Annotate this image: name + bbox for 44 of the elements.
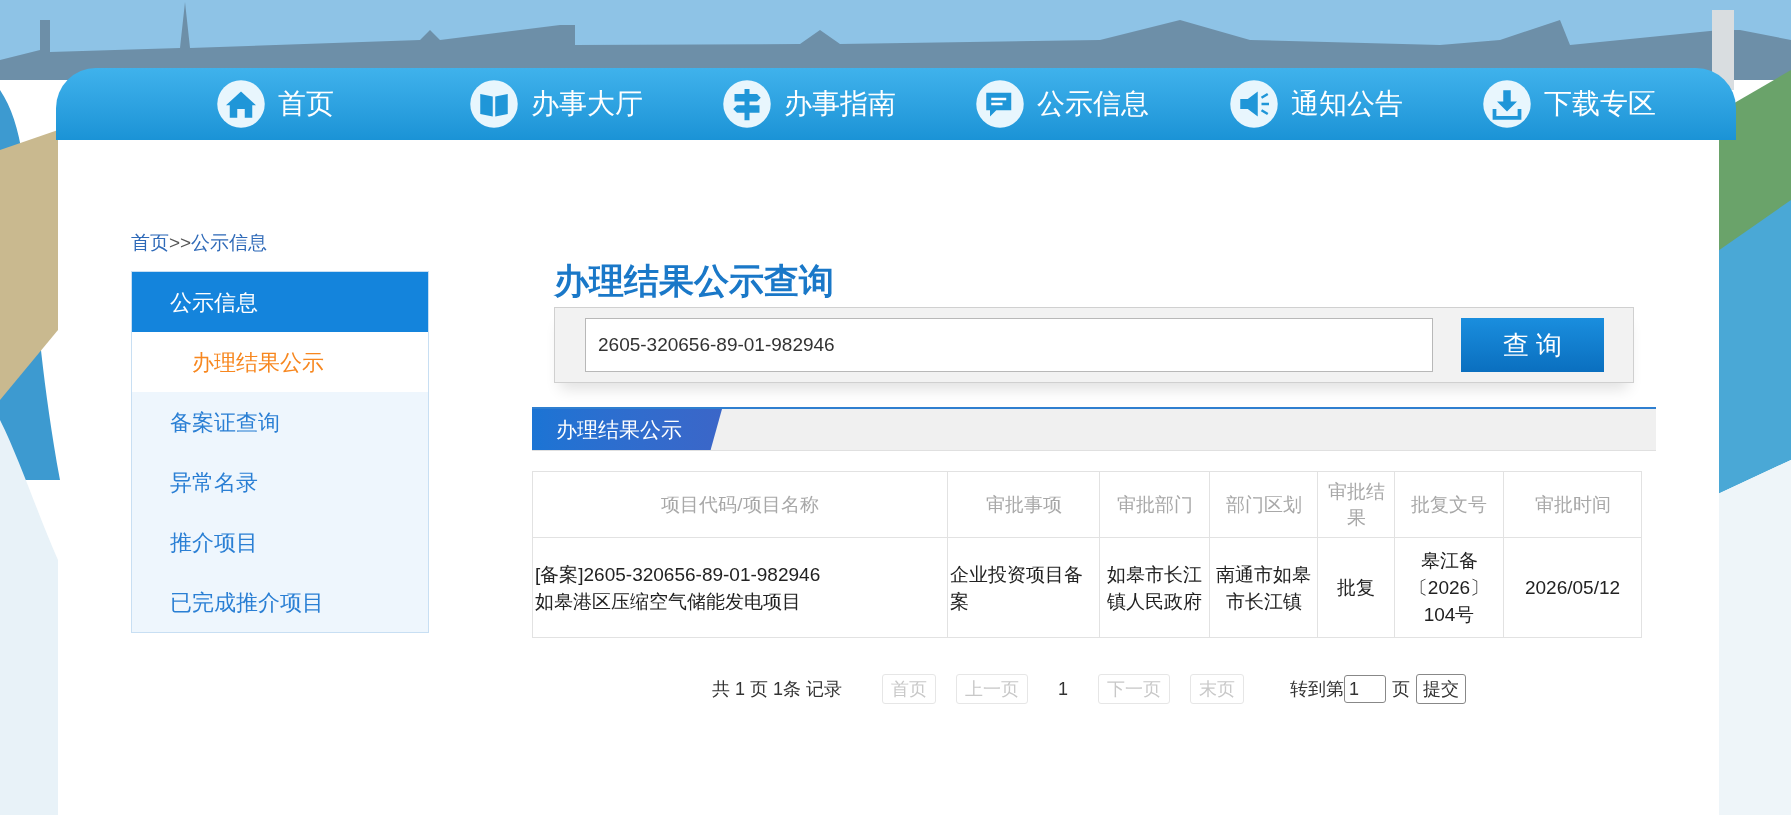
- breadcrumb-link[interactable]: 公示信息: [191, 228, 268, 258]
- column-header: 项目代码/项目名称: [532, 471, 948, 538]
- goto-label: 转到第: [1290, 677, 1345, 701]
- nav-link[interactable]: 下载专区: [1482, 74, 1736, 134]
- table-cell: 皋江备〔2026〕104号: [1394, 537, 1504, 638]
- column-header: 部门区划: [1209, 471, 1318, 538]
- signpost-icon: [722, 79, 773, 129]
- column-header: 审批结果: [1317, 471, 1395, 538]
- column-header: 审批事项: [947, 471, 1100, 538]
- table-cell: 批复: [1317, 537, 1395, 638]
- nav-link[interactable]: 首页: [215, 74, 469, 134]
- table-cell: [备案]2605-320656-89-01-982946 如皋港区压缩空气储能发电项目: [532, 537, 948, 638]
- page-number-field[interactable]: 1: [1344, 675, 1387, 703]
- sidebar-item[interactable]: 办理结果公示: [132, 332, 428, 392]
- column-header: 批复文号: [1394, 471, 1504, 538]
- sidebar-heading[interactable]: 公示信息: [132, 272, 428, 332]
- nav-link[interactable]: 公示信息: [975, 74, 1229, 134]
- breadcrumb-separator: >>: [169, 230, 192, 255]
- sidebar-item[interactable]: 备案证查询: [132, 392, 428, 452]
- nav-link[interactable]: 办事指南: [722, 74, 976, 134]
- submit-button[interactable]: 提交: [1416, 674, 1467, 704]
- table-cell: 南通市如皋市长江镇: [1209, 537, 1318, 638]
- sidebar-item[interactable]: 推介项目: [132, 512, 428, 572]
- page-summary: 共 1 页 1条 记录: [712, 677, 843, 701]
- current-page: 1: [1058, 677, 1069, 701]
- column-header: 审批部门: [1099, 471, 1210, 538]
- sidebar-item[interactable]: 异常名录: [132, 452, 428, 512]
- table-cell: 企业投资项目备案: [947, 537, 1100, 638]
- book-icon: [468, 79, 519, 129]
- nav-link[interactable]: 办事大厅: [468, 74, 723, 134]
- speaker-icon: [1228, 79, 1279, 129]
- nav-link[interactable]: 通知公告: [1228, 74, 1483, 134]
- home-icon: [215, 79, 266, 129]
- search-button[interactable]: 查 询: [1461, 318, 1604, 372]
- chat-icon: [975, 79, 1026, 129]
- table-cell: 2026/05/12: [1503, 537, 1642, 638]
- search-field[interactable]: 2605-320656-89-01-982946: [585, 318, 1433, 372]
- column-header: 审批时间: [1503, 471, 1642, 538]
- search-title: 办理结果公示查询: [554, 261, 835, 301]
- sidebar-item[interactable]: 已完成推介项目: [132, 572, 428, 632]
- page-unit-label: 页: [1392, 677, 1411, 701]
- download-icon: [1482, 79, 1533, 129]
- breadcrumb-link[interactable]: 首页: [131, 228, 169, 258]
- table-cell: 如皋市长江镇人民政府: [1099, 537, 1210, 638]
